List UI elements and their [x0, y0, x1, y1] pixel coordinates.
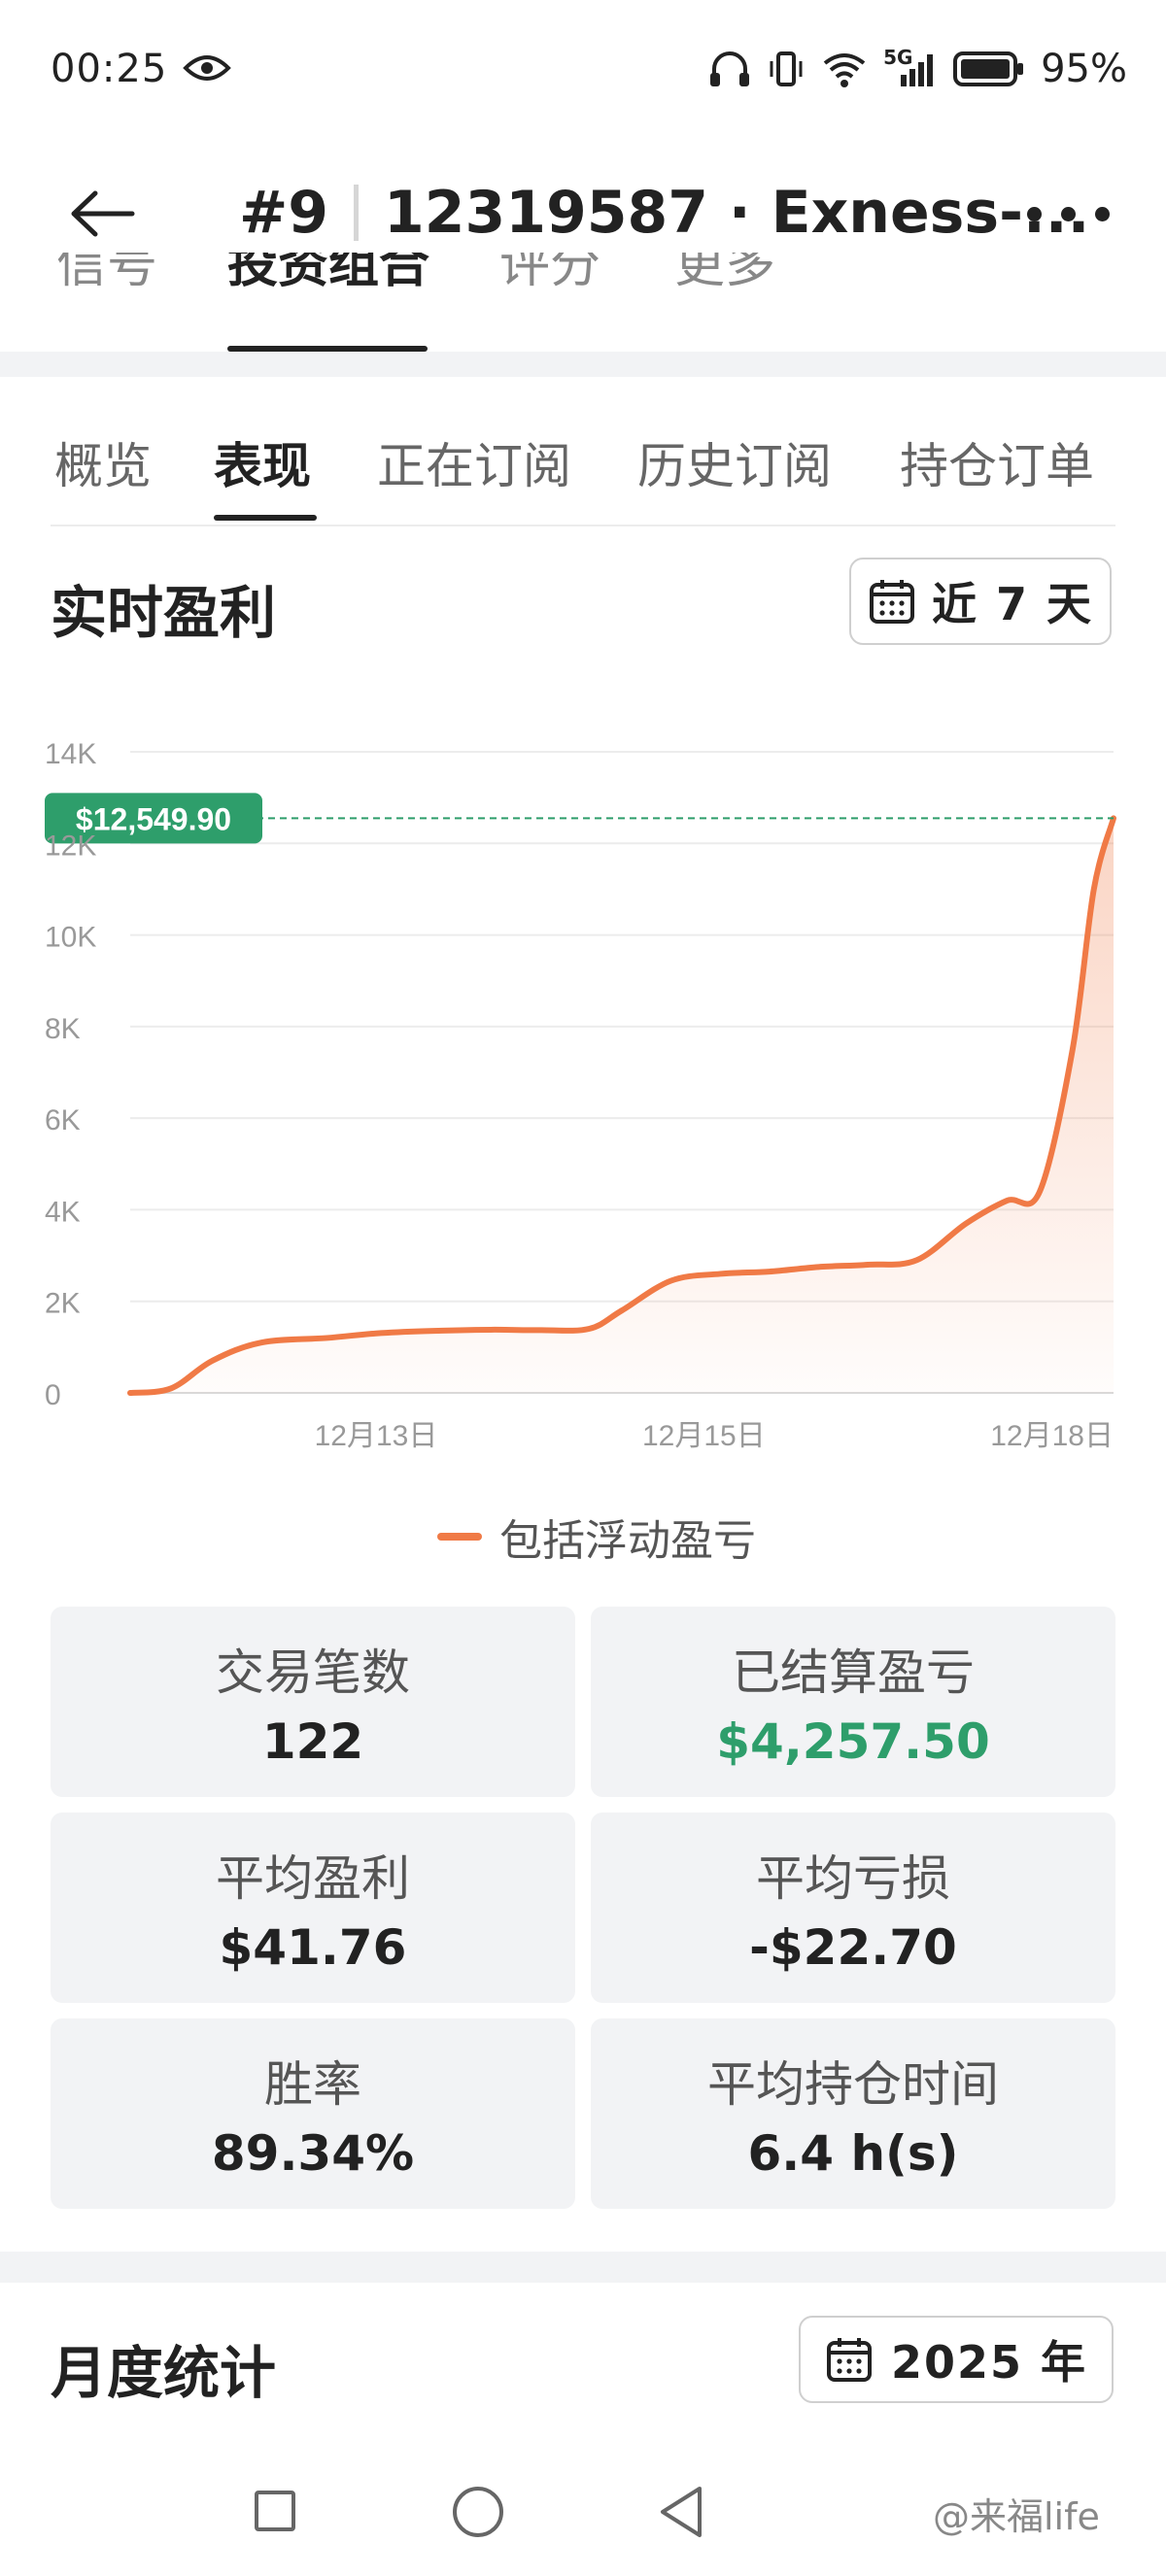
stat-card-trades: 交易笔数 122	[51, 1607, 575, 1797]
tab-overview[interactable]: 概览	[54, 427, 152, 497]
section-title-realtime: 实时盈利	[51, 580, 277, 646]
upper-tab-portfolio[interactable]: 投资组合	[227, 253, 429, 296]
year-label: 2025 年	[890, 2336, 1088, 2389]
eye-icon	[183, 55, 231, 81]
section-divider	[0, 352, 1166, 377]
cellular-icon: 5G	[883, 46, 938, 88]
section-divider	[0, 2252, 1166, 2283]
stat-value: 6.4 h(s)	[747, 2125, 959, 2182]
stat-card-avg-loss: 平均亏损 -$22.70	[591, 1813, 1115, 2003]
tab-bar: 概览 表现 正在订阅 历史订阅 持仓订单	[0, 408, 1166, 525]
battery-icon	[953, 51, 1024, 86]
tab-indicator	[214, 515, 317, 521]
more-dot	[1027, 206, 1042, 221]
vibrate-icon	[770, 51, 803, 86]
watermark: @来福life	[933, 2495, 1100, 2538]
tab-history[interactable]: 历史订阅	[637, 427, 832, 497]
y-tick-label: 0	[45, 1379, 61, 1411]
chart-legend: 包括浮动盈亏	[437, 1506, 756, 1568]
series-area	[130, 818, 1114, 1393]
stat-value: $4,257.50	[716, 1713, 990, 1770]
stat-label: 平均盈利	[216, 1850, 410, 1907]
tab-positions[interactable]: 持仓订单	[900, 427, 1094, 497]
back-button[interactable]	[68, 175, 155, 253]
profit-chart: $12,549.90 0 2K 4K 6K 8K 10K 12K 14K 12月13日 12月15…	[45, 738, 1116, 1452]
legend-label: 包括浮动盈亏	[499, 1516, 756, 1566]
stat-label: 平均持仓时间	[707, 2056, 999, 2113]
title-separator	[354, 185, 360, 241]
headphones-icon	[710, 51, 750, 86]
page-title: #9 12319587 · Exness-...	[239, 179, 1089, 247]
stat-card-win-rate: 胜率 89.34%	[51, 2018, 575, 2209]
wifi-icon	[823, 53, 866, 87]
home-button[interactable]	[453, 2487, 503, 2537]
y-tick-label: 12K	[45, 830, 96, 862]
stat-card-settled-pnl: 已结算盈亏 $4,257.50	[591, 1607, 1115, 1797]
recents-button[interactable]	[255, 2491, 295, 2531]
legend-swatch	[437, 1533, 482, 1541]
nav-back-button[interactable]	[657, 2483, 705, 2541]
stat-card-avg-profit: 平均盈利 $41.76	[51, 1813, 575, 2003]
stat-card-avg-holding: 平均持仓时间 6.4 h(s)	[591, 2018, 1115, 2209]
rank-label: #9	[239, 179, 329, 247]
arrow-left-icon	[71, 190, 135, 237]
y-tick-label: 8K	[45, 1013, 81, 1045]
more-dot	[1061, 206, 1076, 221]
year-select-button[interactable]: 2025 年	[799, 2316, 1114, 2403]
section-title-monthly: 月度统计	[51, 2340, 277, 2406]
y-tick-label: 2K	[45, 1288, 81, 1320]
stat-value: 122	[261, 1713, 364, 1770]
stat-label: 胜率	[264, 2056, 361, 2113]
stat-value: -$22.70	[749, 1919, 957, 1976]
x-tick-label: 12月13日	[315, 1420, 438, 1452]
stat-value: 89.34%	[211, 2125, 415, 2182]
upper-tab-more[interactable]: 更多	[674, 253, 775, 296]
status-time: 00:25	[51, 47, 168, 91]
tab-subscribing[interactable]: 正在订阅	[377, 427, 571, 497]
upper-tab-signal[interactable]: 信号	[56, 253, 157, 296]
more-button[interactable]	[1027, 185, 1110, 243]
stat-label: 已结算盈亏	[732, 1644, 975, 1701]
stat-value: $41.76	[219, 1919, 407, 1976]
date-range-label: 近 7 天	[931, 578, 1094, 630]
battery-percent: 95%	[1041, 47, 1127, 91]
y-tick-label: 14K	[45, 738, 96, 770]
y-tick-label: 10K	[45, 922, 96, 954]
calendar-icon	[869, 580, 914, 624]
current-value-label: $12,549.90	[76, 801, 231, 836]
account-label: 12319587 · Exness-...	[384, 179, 1090, 247]
tab-divider	[51, 525, 1115, 526]
x-tick-label: 12月18日	[990, 1420, 1114, 1452]
tab-performance[interactable]: 表现	[214, 427, 311, 497]
stat-label: 交易笔数	[216, 1644, 410, 1701]
stat-label: 平均亏损	[756, 1850, 950, 1907]
upper-tab-bar: 信号 投资组合 评分 更多	[0, 253, 1166, 301]
y-tick-label: 4K	[45, 1196, 81, 1228]
y-tick-label: 6K	[45, 1104, 81, 1136]
status-icons: 5G 95%	[708, 46, 1127, 91]
date-range-button[interactable]: 近 7 天	[849, 558, 1112, 645]
upper-tab-rating[interactable]: 评分	[499, 253, 600, 296]
x-tick-label: 12月15日	[642, 1420, 766, 1452]
calendar-icon	[826, 2338, 872, 2382]
more-dot	[1095, 206, 1110, 221]
